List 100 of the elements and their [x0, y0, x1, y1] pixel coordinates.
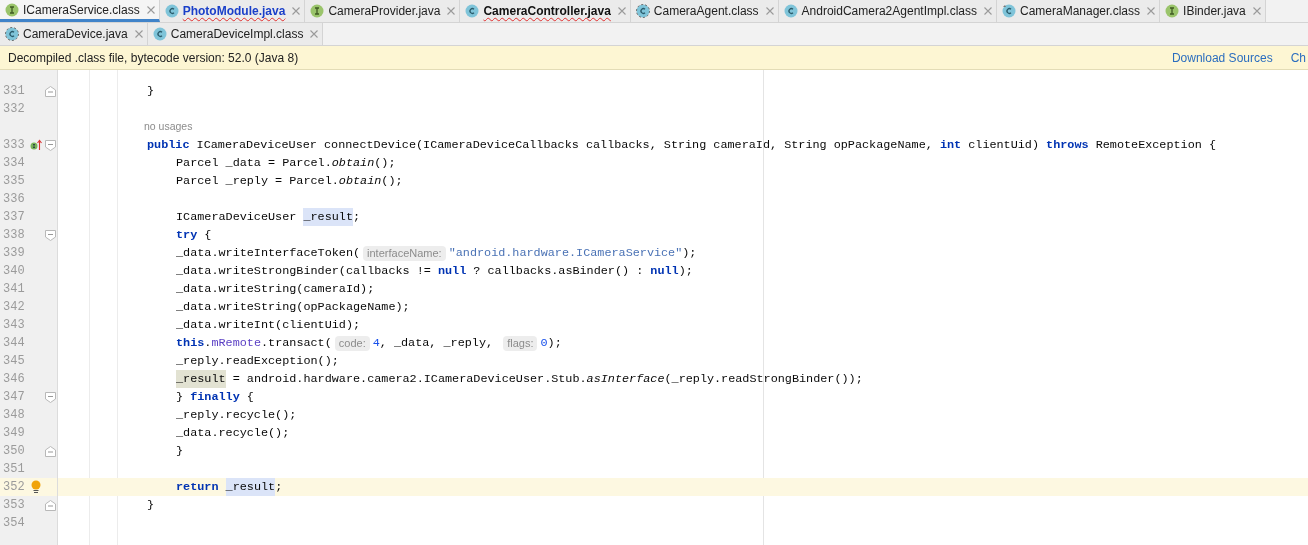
code-token: mRemote: [211, 335, 261, 352]
banner-link[interactable]: Download Sources: [1171, 48, 1273, 67]
fold-end-icon[interactable]: [45, 499, 56, 511]
code-token: ();: [381, 173, 403, 190]
code-token: _data.writeInt(clientUid);: [176, 317, 361, 334]
line-number: 344: [2, 335, 26, 352]
code-token: _result: [225, 478, 276, 496]
line-number: 353: [2, 497, 26, 514]
code-token: {: [203, 227, 212, 244]
editor-tab[interactable]: CameraDeviceImpl.class: [147, 23, 324, 45]
code-token: ? callbacks.asBinder() :: [472, 263, 645, 280]
editor-tab[interactable]: CameraAgent.class: [630, 0, 779, 22]
line-number: 345: [2, 353, 26, 370]
code-token: );: [682, 245, 697, 262]
code-token: null: [437, 263, 467, 280]
fold-start-icon[interactable]: [45, 139, 56, 151]
line-number: 347: [2, 389, 26, 406]
parameter-hint: code:: [334, 335, 370, 351]
code-token: ICameraDeviceUser: [176, 209, 297, 226]
editor-tab[interactable]: IBinder.java: [1160, 0, 1266, 22]
close-icon[interactable]: [446, 6, 457, 16]
line-number: 352: [2, 479, 26, 496]
code-token: 0: [540, 335, 548, 352]
code-token: obtain: [331, 155, 375, 172]
close-icon[interactable]: [133, 29, 144, 39]
editor-tab[interactable]: AndroidCamera2AgentImpl.class: [778, 0, 997, 22]
fold-end-icon[interactable]: [45, 445, 56, 457]
code-token: );: [678, 263, 693, 280]
interface-icon: [5, 2, 19, 17]
code-token: null: [650, 263, 679, 280]
editor-tab[interactable]: CameraManager.class: [997, 0, 1161, 22]
code-token: Parcel _reply = Parcel.: [176, 173, 339, 190]
line-number: 339: [2, 245, 26, 262]
code-token: _reply.recycle();: [176, 407, 297, 424]
line-number: 349: [2, 425, 26, 442]
line-number: 332: [2, 101, 26, 118]
line-number: 348: [2, 407, 26, 424]
fold-start-icon[interactable]: [45, 391, 56, 403]
line-number: 340: [2, 263, 26, 280]
class-icon: [5, 27, 19, 41]
close-icon[interactable]: [616, 6, 627, 16]
code-token: RemoteException {: [1094, 137, 1216, 154]
tab-label: ICameraService.class: [23, 1, 140, 19]
editor-tab[interactable]: CameraController.java: [460, 0, 631, 22]
class-icon: [783, 4, 798, 18]
code-token: 4: [372, 335, 380, 352]
close-icon[interactable]: [983, 6, 993, 16]
code-token: , _data, _reply,: [379, 335, 495, 352]
banner-link[interactable]: Ch: [1290, 48, 1306, 67]
line-number: 343: [2, 317, 26, 334]
interface-icon: [310, 4, 325, 18]
class-icon: [152, 27, 167, 41]
code-token: .: [204, 335, 212, 352]
banner-message: Decompiled .class file, bytecode version: 52.0 (Java 8): [8, 49, 299, 67]
close-icon[interactable]: [309, 29, 320, 39]
close-icon[interactable]: [764, 6, 775, 16]
editor-tab[interactable]: CameraDevice.java: [0, 23, 148, 45]
code-token: _reply.readException();: [176, 353, 339, 370]
editor-tab[interactable]: PhotoModule.java: [159, 0, 306, 22]
line-number: 336: [2, 191, 26, 208]
tab-label: CameraManager.class: [1020, 3, 1141, 20]
code-token: clientUid): [967, 137, 1040, 154]
code-token: }: [147, 83, 155, 100]
class-icon: [1002, 4, 1016, 18]
implements-icon[interactable]: [30, 139, 42, 151]
fold-end-icon[interactable]: [45, 85, 56, 97]
code-token: _data.recycle();: [176, 425, 290, 442]
code-token: int: [939, 137, 962, 154]
code-token: ();: [374, 155, 396, 172]
tab-label: CameraDevice.java: [23, 26, 128, 43]
close-icon[interactable]: [291, 6, 302, 16]
bulb-icon[interactable]: [30, 480, 42, 494]
code-token: throws: [1046, 137, 1089, 154]
code-token: ICameraDeviceUser connectDevice(ICameraDeviceCallbacks callbacks, String cameraId, String opPackageName,: [195, 137, 934, 154]
editor-tab[interactable]: ICameraService.class: [0, 0, 160, 22]
tab-label: CameraProvider.java: [328, 3, 441, 20]
close-icon[interactable]: [1251, 6, 1262, 16]
close-icon[interactable]: [145, 4, 156, 15]
fold-start-icon[interactable]: [45, 229, 56, 241]
line-number: 354: [2, 515, 26, 532]
line-number: 350: [2, 443, 26, 460]
code-token: }: [176, 443, 184, 460]
line-number: 331: [2, 83, 26, 100]
editor-tab[interactable]: CameraProvider.java: [305, 0, 461, 22]
close-icon[interactable]: [1146, 6, 1157, 16]
class-icon: [465, 4, 480, 18]
tab-label: AndroidCamera2AgentImpl.class: [801, 3, 977, 20]
code-token: = android.hardware.camera2.ICameraDeviceUser.Stub.: [231, 371, 587, 388]
code-token: _data.writeString(opPackageName);: [176, 299, 410, 316]
tab-label: PhotoModule.java: [182, 3, 286, 20]
code-token: {: [245, 389, 254, 406]
line-number: 341: [2, 281, 26, 298]
parameter-hint: interfaceName:: [363, 245, 446, 261]
code-token: _data.writeStrongBinder(callbacks !=: [176, 263, 432, 280]
tab-label: CameraAgent.class: [653, 3, 759, 20]
code-token: );: [547, 335, 562, 352]
code-token: }: [176, 389, 185, 406]
interface-icon: [1165, 4, 1180, 18]
line-number: 346: [2, 371, 26, 388]
tab-label: CameraController.java: [483, 3, 611, 20]
